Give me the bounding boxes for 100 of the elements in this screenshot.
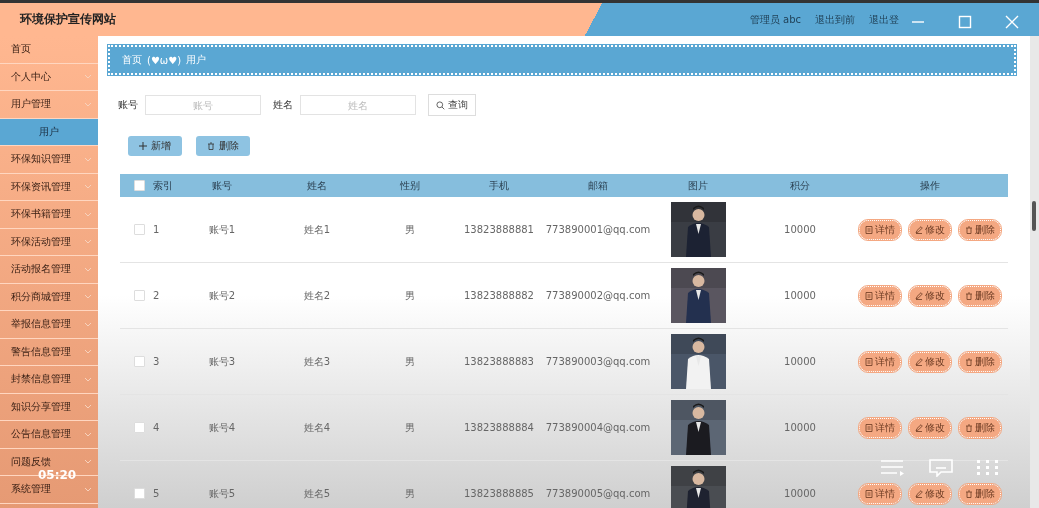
column-header: 积分 <box>789 178 811 193</box>
sidebar-subitem[interactable]: 用户 <box>0 118 98 146</box>
trash-icon <box>965 357 973 366</box>
search-field[interactable]: 账号 <box>145 95 261 115</box>
table-cell: 男 <box>405 222 415 237</box>
table-cell: 13823888883 <box>464 356 534 367</box>
table-cell: 10000 <box>784 290 816 301</box>
playlist-icon[interactable] <box>881 460 905 476</box>
checkbox[interactable] <box>134 422 145 433</box>
table-cell: 5 <box>153 488 160 499</box>
checkbox[interactable] <box>134 180 145 191</box>
table-cell: 13823888881 <box>464 224 534 235</box>
table-cell: 男 <box>405 420 415 435</box>
comment-icon[interactable] <box>929 459 953 477</box>
table-cell: 姓名2 <box>303 288 331 303</box>
row-action-button[interactable]: 删除 <box>959 417 1001 438</box>
pen-icon <box>915 489 923 498</box>
row-action-button[interactable]: 修改 <box>909 483 951 504</box>
row-action-button[interactable]: 删除 <box>959 483 1001 504</box>
row-action-button[interactable]: 删除 <box>959 351 1001 372</box>
table-cell: 账号1 <box>208 222 236 237</box>
table-cell: 773890002@qq.com <box>545 290 651 301</box>
delete-button[interactable]: 删除 <box>196 136 250 156</box>
pen-icon <box>915 423 923 432</box>
user-label: 管理员 abc <box>749 12 801 27</box>
grid-icon[interactable] <box>977 460 999 476</box>
column-header: 索引 <box>152 178 174 193</box>
pen-icon <box>915 225 923 234</box>
table-cell: 4 <box>153 422 160 433</box>
row-action-button[interactable]: 修改 <box>909 219 951 240</box>
row-action-button[interactable]: 删除 <box>959 285 1001 306</box>
table-cell: 男 <box>405 486 415 501</box>
table-cell: 10000 <box>784 488 816 499</box>
table-cell: 男 <box>405 354 415 369</box>
add-button[interactable]: 新增 <box>128 136 182 156</box>
trash-icon <box>965 489 973 498</box>
row-action-button[interactable]: 详情 <box>859 351 901 372</box>
document-icon <box>865 291 873 300</box>
document-icon <box>865 423 873 432</box>
table-cell: 773890004@qq.com <box>545 422 651 433</box>
scrollbar-thumb[interactable] <box>1032 201 1036 231</box>
table-cell: 账号5 <box>208 486 236 501</box>
table-cell: 13823888884 <box>464 422 534 433</box>
document-icon <box>865 357 873 366</box>
column-header: 图片 <box>687 178 709 193</box>
breadcrumb-separator: (♥ω♥) <box>147 54 182 66</box>
table-cell: 773890001@qq.com <box>545 224 651 235</box>
row-action-button[interactable]: 修改 <box>909 351 951 372</box>
header-link[interactable]: 退出登 <box>869 12 899 27</box>
column-header: 操作 <box>919 178 941 193</box>
maximize-icon[interactable] <box>958 15 972 29</box>
table-cell: 773890003@qq.com <box>545 356 651 367</box>
table-cell: 10000 <box>784 356 816 367</box>
row-action-button[interactable]: 修改 <box>909 285 951 306</box>
trash-icon <box>965 291 973 300</box>
trash-icon <box>965 423 973 432</box>
table-cell: 账号2 <box>208 288 236 303</box>
table-cell: 姓名3 <box>303 354 331 369</box>
column-header: 邮箱 <box>587 178 609 193</box>
table-cell: 2 <box>153 290 160 301</box>
search-field[interactable]: 姓名 <box>300 95 416 115</box>
column-header: 姓名 <box>306 178 328 193</box>
document-icon <box>865 225 873 234</box>
field-label: 姓名 <box>273 98 293 112</box>
row-action-button[interactable]: 详情 <box>859 417 901 438</box>
pen-icon <box>915 291 923 300</box>
field-label: 账号 <box>118 98 138 112</box>
column-header: 账号 <box>211 178 233 193</box>
checkbox[interactable] <box>134 488 145 499</box>
table-cell: 13823888882 <box>464 290 534 301</box>
row-action-button[interactable]: 修改 <box>909 417 951 438</box>
header-link[interactable]: 退出到前 <box>815 12 855 27</box>
site-title: 环境保护宣传网站 <box>20 11 116 28</box>
close-icon[interactable] <box>1005 15 1019 29</box>
table-cell: 1 <box>153 224 160 235</box>
table-cell: 男 <box>405 288 415 303</box>
search-icon <box>436 100 445 110</box>
row-action-button[interactable]: 详情 <box>859 285 901 306</box>
table-cell: 姓名1 <box>303 222 331 237</box>
checkbox[interactable] <box>134 356 145 367</box>
row-action-button[interactable]: 删除 <box>959 219 1001 240</box>
trash-icon <box>965 225 973 234</box>
checkbox[interactable] <box>134 224 145 235</box>
trash-icon <box>207 142 215 150</box>
pen-icon <box>915 357 923 366</box>
table-cell: 账号3 <box>208 354 236 369</box>
document-icon <box>865 489 873 498</box>
scrollbar[interactable] <box>1030 36 1039 508</box>
row-action-button[interactable]: 详情 <box>859 483 901 504</box>
column-header: 手机 <box>488 178 510 193</box>
table-cell: 姓名5 <box>303 486 331 501</box>
table-cell: 10000 <box>784 422 816 433</box>
row-action-button[interactable]: 详情 <box>859 219 901 240</box>
table-cell: 3 <box>153 356 160 367</box>
search-button[interactable]: 查询 <box>428 94 476 116</box>
table-cell: 13823888885 <box>464 488 534 499</box>
table-cell: 10000 <box>784 224 816 235</box>
column-header: 性别 <box>399 178 421 193</box>
table-cell: 姓名4 <box>303 420 331 435</box>
checkbox[interactable] <box>134 290 145 301</box>
